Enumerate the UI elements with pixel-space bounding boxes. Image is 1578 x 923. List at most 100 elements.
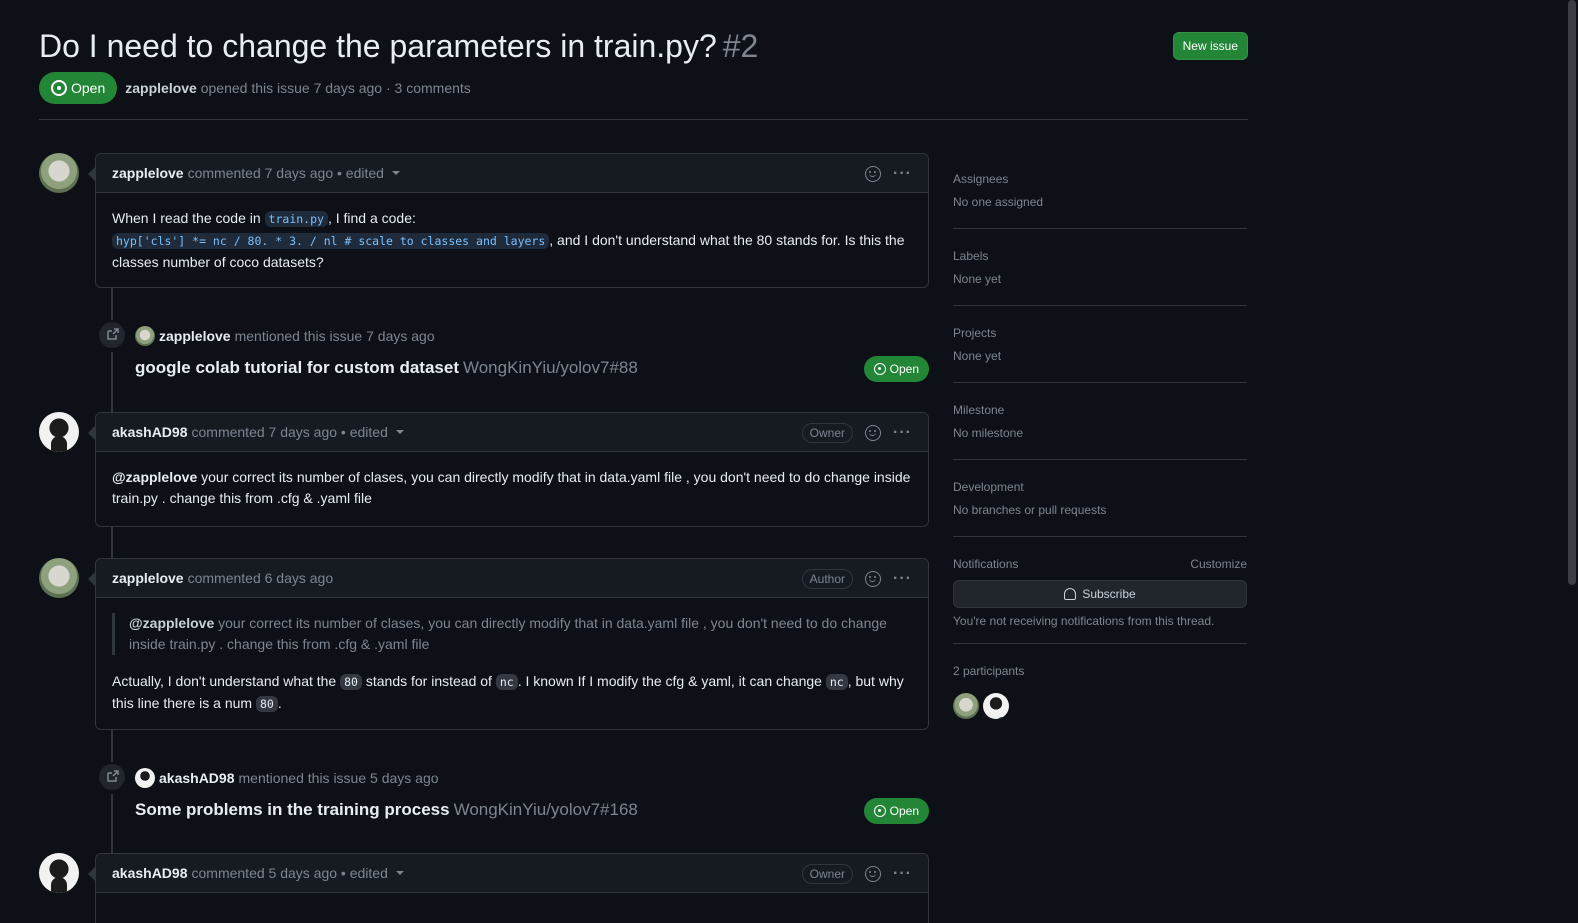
referenced-issue-repo[interactable]: WongKinYiu/yolov7#168: [454, 800, 638, 819]
referenced-issue-title[interactable]: google colab tutorial for custom dataset: [135, 358, 459, 377]
sidebar-value: No branches or pull requests: [953, 503, 1107, 517]
add-reaction-icon[interactable]: [865, 165, 882, 182]
event-actor[interactable]: zapplelove: [159, 328, 231, 344]
comment: zapplelove commented 7 days ago • edited…: [88, 153, 929, 288]
inline-code: nc: [495, 674, 518, 690]
sidebar-heading[interactable]: Milestone: [953, 400, 1247, 420]
state-label: Open: [889, 362, 919, 376]
event-actor[interactable]: akashAD98: [159, 770, 235, 786]
new-issue-button[interactable]: New issue: [1172, 32, 1248, 60]
timeline-connector: [111, 527, 113, 559]
user-mention[interactable]: @zapplelove: [129, 615, 214, 631]
issue-author-link[interactable]: zapplelove: [125, 80, 197, 96]
edit-history-chevron-icon[interactable]: [395, 430, 404, 434]
sidebar-heading-label[interactable]: Development: [953, 480, 1024, 494]
user-mention[interactable]: @zapplelove: [112, 469, 197, 485]
file-link-code[interactable]: train.py: [264, 211, 328, 227]
issue-title: Do I need to change the parameters in tr…: [39, 20, 1248, 72]
avatar[interactable]: [39, 412, 79, 452]
inline-code: 80: [255, 696, 278, 712]
comment-body: @zapplelove your correct its number of c…: [96, 598, 928, 730]
referenced-issue-link[interactable]: Some problems in the training process Won…: [135, 800, 638, 820]
sidebar-value: No one assigned: [953, 195, 1044, 209]
comment-author[interactable]: zapplelove: [112, 165, 184, 181]
more-options-icon[interactable]: ···: [893, 165, 912, 182]
cross-reference-icon: [97, 762, 127, 792]
referenced-issue-state-badge: Open: [863, 798, 929, 824]
event-description: zapplelove mentioned this issue 7 days a…: [135, 326, 435, 346]
sidebar-heading-label[interactable]: Projects: [953, 326, 996, 340]
comment-text: .: [277, 695, 282, 711]
comment-author[interactable]: akashAD98: [112, 865, 188, 881]
code-snippet: hyp['cls'] *= nc / 80. * 3. / nl # scale…: [112, 233, 550, 249]
comment-header: akashAD98 commented 5 days ago • edited …: [96, 854, 928, 893]
sidebar-labels: Labels None yet: [953, 229, 1247, 306]
page-scrollbar[interactable]: [1566, 0, 1578, 923]
event-description: akashAD98 mentioned this issue 5 days ag…: [135, 768, 439, 788]
comment-text: Actually, I don't understand what the: [112, 673, 341, 689]
comment-header: akashAD98 commented 7 days ago • edited …: [96, 413, 928, 452]
referenced-issue-repo[interactable]: WongKinYiu/yolov7#88: [463, 358, 638, 377]
referenced-issue-state-badge: Open: [863, 356, 929, 382]
issue-state-label: Open: [71, 80, 106, 96]
sidebar-heading[interactable]: Projects: [953, 323, 1247, 343]
comment-meta[interactable]: commented 5 days ago • edited: [192, 865, 388, 881]
referenced-issue-link[interactable]: google colab tutorial for custom dataset…: [135, 358, 638, 378]
add-reaction-icon[interactable]: [865, 424, 882, 441]
sidebar-value: No milestone: [953, 426, 1024, 440]
sidebar-heading-label[interactable]: Labels: [953, 249, 988, 263]
issue-state-badge: Open: [39, 72, 118, 104]
event-action: mentioned this issue 5 days ago: [238, 770, 439, 786]
sidebar-heading[interactable]: Assignees: [953, 169, 1247, 189]
add-reaction-icon[interactable]: [865, 865, 882, 882]
sidebar-heading-label[interactable]: Milestone: [953, 403, 1004, 417]
more-options-icon[interactable]: ···: [893, 865, 912, 882]
blockquote: @zapplelove your correct its number of c…: [112, 613, 912, 655]
subscribe-button[interactable]: Subscribe: [953, 580, 1247, 608]
bell-icon: [1064, 588, 1077, 600]
edit-history-chevron-icon[interactable]: [395, 871, 404, 875]
comment-body: @zapplelove your correct its number of c…: [96, 452, 928, 524]
sidebar-value: None yet: [953, 272, 1002, 286]
issue-sidebar: Assignees No one assigned Labels None ye…: [953, 152, 1247, 721]
comment: akashAD98 commented 5 days ago • edited …: [88, 853, 929, 923]
cross-reference-event: zapplelove mentioned this issue 7 days a…: [97, 320, 929, 382]
avatar[interactable]: [135, 326, 155, 346]
more-options-icon[interactable]: ···: [893, 424, 912, 441]
sidebar-projects: Projects None yet: [953, 306, 1247, 383]
avatar[interactable]: [39, 153, 79, 193]
edit-history-chevron-icon[interactable]: [391, 171, 400, 175]
inline-code: 80: [340, 674, 362, 690]
scrollbar-thumb[interactable]: [1568, 0, 1576, 585]
issue-title-text: Do I need to change the parameters in tr…: [39, 28, 717, 64]
role-badge: Owner: [801, 422, 854, 443]
comment-actions: ···: [865, 154, 912, 193]
participant-avatar[interactable]: [983, 693, 1009, 719]
comment-text: stands for instead of: [361, 673, 496, 689]
comment-author[interactable]: zapplelove: [112, 570, 184, 586]
comment-header: zapplelove commented 6 days ago Author ·…: [96, 559, 928, 598]
sidebar-value: None yet: [953, 349, 1002, 363]
avatar[interactable]: [39, 853, 79, 893]
comment-meta[interactable]: commented 7 days ago • edited: [188, 165, 384, 181]
sidebar-heading[interactable]: Labels: [953, 246, 1247, 266]
comment-author[interactable]: akashAD98: [112, 424, 188, 440]
comment-meta[interactable]: commented 6 days ago: [188, 570, 334, 586]
role-badge: Author: [801, 568, 854, 589]
sidebar-assignees: Assignees No one assigned: [953, 152, 1247, 229]
participant-avatar[interactable]: [953, 693, 979, 719]
issue-header: Do I need to change the parameters in tr…: [39, 20, 1248, 104]
comment: zapplelove commented 6 days ago Author ·…: [88, 558, 929, 730]
subscribe-label: Subscribe: [1082, 587, 1136, 601]
sidebar-heading[interactable]: Development: [953, 477, 1247, 497]
header-divider: [39, 119, 1248, 120]
customize-notifications-link[interactable]: Customize: [1190, 557, 1247, 571]
more-options-icon[interactable]: ···: [893, 570, 912, 587]
sidebar-development: Development No branches or pull requests: [953, 460, 1247, 537]
avatar[interactable]: [135, 768, 155, 788]
add-reaction-icon[interactable]: [865, 570, 882, 587]
comment-meta[interactable]: commented 7 days ago • edited: [192, 424, 388, 440]
referenced-issue-title[interactable]: Some problems in the training process: [135, 800, 450, 819]
avatar[interactable]: [39, 558, 79, 598]
sidebar-heading-label[interactable]: Assignees: [953, 172, 1008, 186]
